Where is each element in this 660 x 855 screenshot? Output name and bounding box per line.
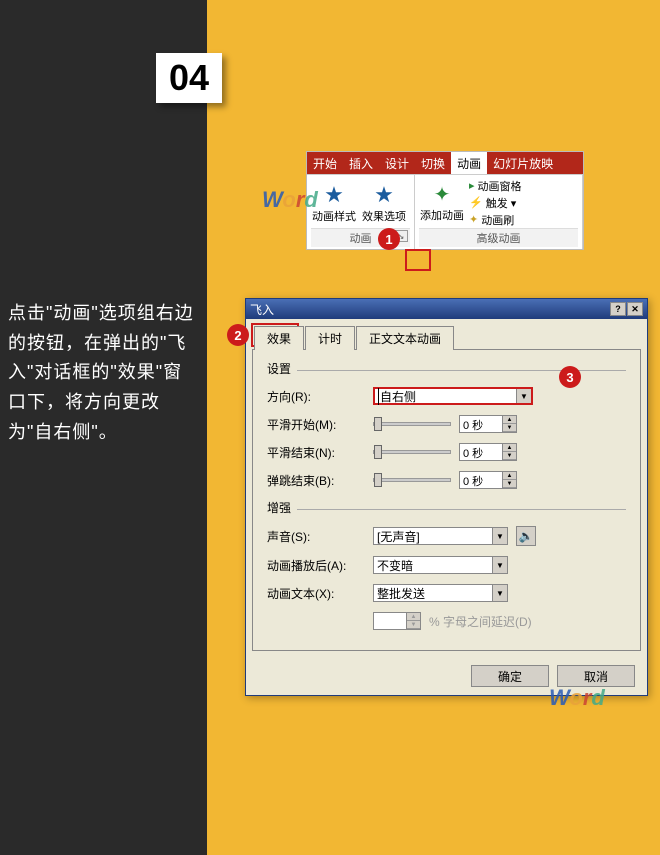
bounce-value: 0 秒 <box>460 472 502 488</box>
spin-down[interactable]: ▼ <box>503 480 516 488</box>
marker-1: 1 <box>378 228 400 250</box>
section-enhance: 增强 <box>267 499 626 518</box>
ribbon-tabs: 开始 插入 设计 切换 动画 幻灯片放映 <box>307 152 583 174</box>
spin-down[interactable]: ▼ <box>503 424 516 432</box>
ribbon-tab-insert[interactable]: 插入 <box>343 152 379 174</box>
ribbon-tab-design[interactable]: 设计 <box>379 152 415 174</box>
slider-thumb[interactable] <box>374 473 382 487</box>
plus-star-icon: ✦ <box>434 182 451 207</box>
smooth-end-spinner[interactable]: 0 秒 ▲▼ <box>459 443 517 461</box>
smooth-start-value: 0 秒 <box>460 416 502 432</box>
slider-thumb[interactable] <box>374 445 382 459</box>
ribbon-tab-transition[interactable]: 切换 <box>415 152 451 174</box>
after-animation-combo[interactable]: 不变暗 ▼ <box>373 556 508 574</box>
direction-value: 自右侧 <box>378 388 416 405</box>
instruction-text: 点击"动画"选项组右边的按钮，在弹出的"飞入"对话框的"效果"窗口下，将方向更改… <box>8 299 196 447</box>
effect-options-button[interactable]: ★ 效果选项 <box>361 177 407 228</box>
dialog-content: 设置 方向(R): 自右侧 ▼ 平滑开始(M): 0 秒 ▲▼ 平滑结束(N):… <box>252 349 641 651</box>
help-button[interactable]: ? <box>610 302 626 316</box>
speaker-icon: 🔈 <box>519 529 534 543</box>
smooth-start-spinner[interactable]: 0 秒 ▲▼ <box>459 415 517 433</box>
tab-effect[interactable]: 效果 <box>254 326 304 350</box>
ribbon: 开始 插入 设计 切换 动画 幻灯片放映 ★ 动画样式 ★ 效果选项 动画 ↘ <box>306 151 584 250</box>
animation-painter-button[interactable]: ✦动画刷 <box>469 212 522 228</box>
chevron-down-icon[interactable]: ▼ <box>492 528 507 544</box>
cancel-button[interactable]: 取消 <box>557 665 635 687</box>
dialog-titlebar[interactable]: 飞入 ? ✕ <box>246 299 647 319</box>
smooth-end-value: 0 秒 <box>460 444 502 460</box>
smooth-end-label: 平滑结束(N): <box>267 444 365 461</box>
fly-in-dialog: 飞入 ? ✕ 效果 计时 正文文本动画 设置 方向(R): 自右侧 ▼ 平滑开始… <box>245 298 648 696</box>
ribbon-tab-animation[interactable]: 动画 <box>451 152 487 174</box>
bounce-slider[interactable] <box>373 478 451 482</box>
slider-thumb[interactable] <box>374 417 382 431</box>
ok-button[interactable]: 确定 <box>471 665 549 687</box>
chevron-down-icon[interactable]: ▼ <box>492 585 507 601</box>
smooth-start-slider[interactable] <box>373 422 451 426</box>
spin-down: ▼ <box>407 621 420 629</box>
animation-style-button[interactable]: ★ 动画样式 <box>311 177 357 228</box>
bounce-label: 弹跳结束(B): <box>267 472 365 489</box>
chevron-down-icon[interactable]: ▼ <box>492 557 507 573</box>
letter-delay-spinner: ▲▼ <box>373 612 421 630</box>
ribbon-tab-home[interactable]: 开始 <box>307 152 343 174</box>
dialog-title: 飞入 <box>250 301 274 318</box>
launcher-highlight <box>405 249 431 271</box>
spin-up[interactable]: ▲ <box>503 444 516 452</box>
tab-text-animation[interactable]: 正文文本动画 <box>356 326 454 350</box>
smooth-end-slider[interactable] <box>373 450 451 454</box>
spin-up: ▲ <box>407 613 420 621</box>
after-animation-label: 动画播放后(A): <box>267 557 365 574</box>
animate-text-combo[interactable]: 整批发送 ▼ <box>373 584 508 602</box>
close-button[interactable]: ✕ <box>627 302 643 316</box>
animate-text-label: 动画文本(X): <box>267 585 365 602</box>
smooth-start-label: 平滑开始(M): <box>267 416 365 433</box>
animation-pane-button[interactable]: ▸动画窗格 <box>469 178 522 194</box>
spin-down[interactable]: ▼ <box>503 452 516 460</box>
letter-delay-label: % 字母之间延迟(D) <box>429 613 532 630</box>
group-label-advanced: 高级动画 <box>477 230 521 246</box>
chevron-down-icon[interactable]: ▼ <box>516 389 531 403</box>
direction-combo[interactable]: 自右侧 ▼ <box>373 387 533 405</box>
tab-timing[interactable]: 计时 <box>305 326 355 350</box>
trigger-button[interactable]: ⚡触发 ▾ <box>469 195 522 211</box>
add-animation-label: 添加动画 <box>420 207 464 223</box>
add-animation-button[interactable]: ✦ 添加动画 <box>419 177 465 228</box>
star-icon: ★ <box>374 182 394 208</box>
animate-text-value: 整批发送 <box>377 585 425 602</box>
after-animation-value: 不变暗 <box>377 557 413 574</box>
direction-label: 方向(R): <box>267 388 365 405</box>
star-icon: ★ <box>324 182 344 208</box>
sound-label: 声音(S): <box>267 528 365 545</box>
marker-3: 3 <box>559 366 581 388</box>
sound-value: [无声音] <box>377 528 420 545</box>
group-label-animation: 动画 <box>350 230 372 246</box>
spin-up[interactable]: ▲ <box>503 472 516 480</box>
sound-preview-button[interactable]: 🔈 <box>516 526 536 546</box>
animation-style-label: 动画样式 <box>312 208 356 224</box>
dialog-tabs: 效果 计时 正文文本动画 <box>254 325 647 349</box>
sound-combo[interactable]: [无声音] ▼ <box>373 527 508 545</box>
step-number-badge: 04 <box>156 53 222 103</box>
bounce-spinner[interactable]: 0 秒 ▲▼ <box>459 471 517 489</box>
spin-up[interactable]: ▲ <box>503 416 516 424</box>
effect-options-label: 效果选项 <box>362 208 406 224</box>
marker-2: 2 <box>227 324 249 346</box>
ribbon-tab-slideshow[interactable]: 幻灯片放映 <box>487 152 559 174</box>
